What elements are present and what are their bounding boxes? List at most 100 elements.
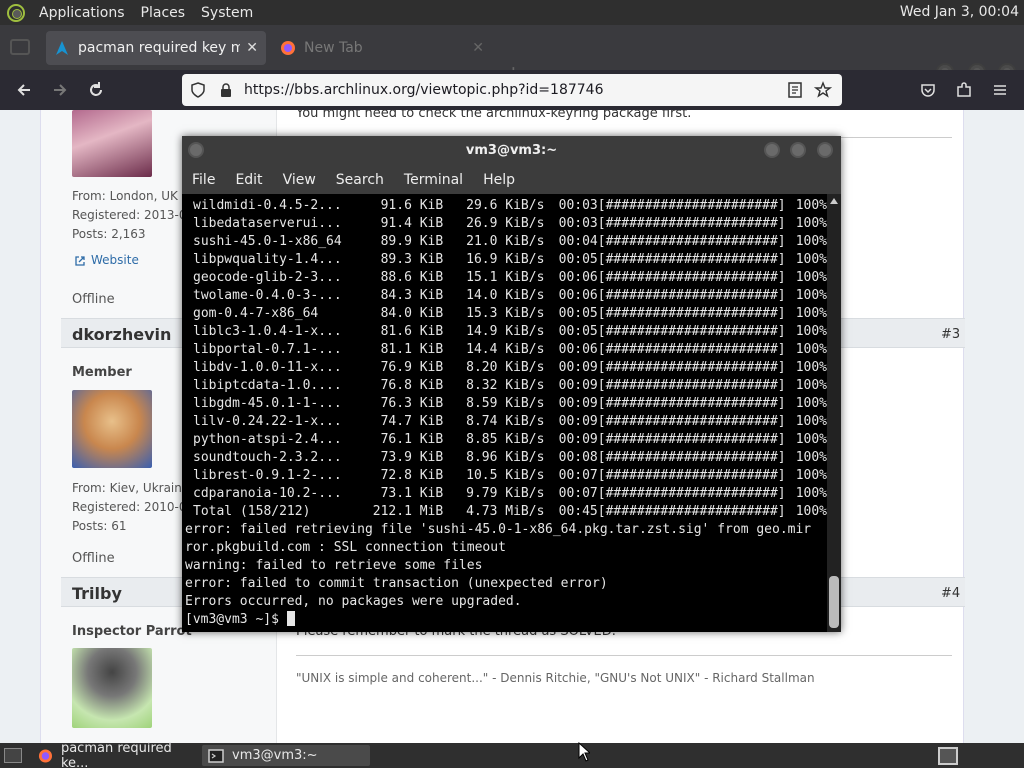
text-cursor <box>286 611 295 626</box>
download-rate: 21.0 KiB/s <box>466 234 545 249</box>
minimize-button[interactable] <box>764 142 780 158</box>
download-time: 00:09 <box>558 414 598 429</box>
terminal-scrollbar[interactable] <box>827 194 841 632</box>
download-line: libedataserverui... 91.4 KiB 26.9 KiB/s 00:… <box>185 215 827 233</box>
progress-bar-text: [######################] <box>597 252 786 267</box>
menu-file[interactable]: File <box>182 172 225 188</box>
download-line: lilv-0.24.22-1-x... 74.7 KiB 8.74 KiB/s 00:… <box>185 413 827 431</box>
progress-percent: 100% <box>795 432 827 447</box>
window-menu-button[interactable] <box>188 142 204 158</box>
download-time: 00:04 <box>558 234 598 249</box>
show-desktop-button[interactable] <box>4 748 22 763</box>
post-body: You might need to check the archlinux-ke… <box>296 110 692 121</box>
forward-button[interactable] <box>48 78 72 102</box>
tracking-protection-shield-icon[interactable] <box>190 82 206 98</box>
progress-percent: 100% <box>795 270 827 285</box>
download-rate: 8.85 KiB/s <box>466 432 545 447</box>
puzzle-piece-icon <box>957 82 971 97</box>
menu-search[interactable]: Search <box>326 172 394 188</box>
prompt-line[interactable]: [vm3@vm3 ~]$ <box>185 611 827 629</box>
progress-bar-text: [######################] <box>597 486 786 501</box>
package-name: gom-0.4-7-x86_64 <box>193 306 319 321</box>
reader-view-icon[interactable] <box>786 81 804 99</box>
url-bar[interactable]: https://bbs.archlinux.org/viewtopic.php?… <box>182 74 842 106</box>
download-time: 00:03 <box>558 198 598 213</box>
download-line: python-atspi-2.4... 76.1 KiB 8.85 KiB/s 00:… <box>185 431 827 449</box>
menu-system[interactable]: System <box>193 5 261 21</box>
extensions-button[interactable] <box>952 78 976 102</box>
progress-percent: 100% <box>795 324 827 339</box>
output-line: ror.pkgbuild.com : SSL connection timeou… <box>185 540 506 555</box>
hamburger-menu-icon <box>994 85 1006 95</box>
author-registered: Registered: 2013-06- <box>72 208 199 222</box>
back-button[interactable] <box>12 78 36 102</box>
website-link[interactable]: Website <box>91 253 139 267</box>
download-line: gom-0.4-7-x86_64 84.0 KiB 15.3 KiB/s 00:05[… <box>185 305 827 323</box>
reload-button[interactable] <box>84 78 108 102</box>
menu-applications[interactable]: Applications <box>31 5 133 21</box>
post-number[interactable]: #4 <box>941 586 960 601</box>
download-size: 212.1 MiB <box>372 504 444 519</box>
menu-button[interactable] <box>988 78 1012 102</box>
post-signature: "UNIX is simple and coherent..." - Denni… <box>296 671 815 685</box>
tab-close-icon[interactable]: ✕ <box>246 40 258 56</box>
download-rate: 8.59 KiB/s <box>466 396 545 411</box>
download-rate: 29.6 KiB/s <box>466 198 545 213</box>
tab-new-tab[interactable]: New Tab ✕ <box>272 31 492 65</box>
terminal-titlebar[interactable]: vm3@vm3:~ <box>182 136 841 166</box>
progress-bar-text: [######################] <box>597 234 786 249</box>
menu-places[interactable]: Places <box>133 5 194 21</box>
package-name: liblc3-1.0.4-1-x... <box>193 324 342 339</box>
terminal-window[interactable]: vm3@vm3:~ File Edit View Search Terminal… <box>182 136 841 632</box>
terminal-menubar: File Edit View Search Terminal Help <box>182 166 841 194</box>
distro-logo-icon[interactable] <box>7 3 25 22</box>
pocket-button[interactable] <box>916 78 940 102</box>
download-time: 00:09 <box>558 378 598 393</box>
avatar <box>72 110 152 177</box>
clock[interactable]: Wed Jan 3, 00:04 <box>900 4 1019 20</box>
firefox-view-icon[interactable] <box>10 39 30 55</box>
scroll-up-icon[interactable] <box>830 198 838 204</box>
download-line: wildmidi-0.4.5-2... 91.6 KiB 29.6 KiB/s 00:… <box>185 197 827 215</box>
reload-icon <box>90 82 102 96</box>
tab-close-icon[interactable]: ✕ <box>472 40 484 56</box>
download-rate: 14.9 KiB/s <box>466 324 545 339</box>
scrollbar-thumb[interactable] <box>829 576 839 628</box>
close-button[interactable] <box>817 142 833 158</box>
author-location: From: London, UK <box>72 189 178 203</box>
menu-view[interactable]: View <box>273 172 326 188</box>
download-time: 00:45 <box>558 504 598 519</box>
taskbar-item-terminal[interactable]: vm3@vm3:~ <box>202 745 370 766</box>
menu-help[interactable]: Help <box>473 172 525 188</box>
menu-edit[interactable]: Edit <box>225 172 272 188</box>
progress-percent: 100% <box>795 360 827 375</box>
post-author[interactable]: dkorzhevin <box>72 325 171 344</box>
bookmark-star-icon[interactable] <box>814 81 832 99</box>
menu-terminal[interactable]: Terminal <box>394 172 473 188</box>
taskbar-item-label: vm3@vm3:~ <box>232 748 318 763</box>
tab-pacman[interactable]: pacman required key missin ✕ <box>46 31 266 65</box>
url-text[interactable]: https://bbs.archlinux.org/viewtopic.php?… <box>244 82 786 98</box>
download-time: 00:09 <box>558 432 598 447</box>
post-author[interactable]: Trilby <box>72 584 122 603</box>
back-arrow-icon <box>17 84 30 96</box>
package-name: sushi-45.0-1-x86_64 <box>193 234 342 249</box>
package-name: libdv-1.0.0-11-x... <box>193 360 342 375</box>
maximize-button[interactable] <box>790 142 806 158</box>
bottom-panel: pacman required ke... vm3@vm3:~ <box>0 741 1024 768</box>
terminal-output[interactable]: wildmidi-0.4.5-2... 91.6 KiB 29.6 KiB/s 00:… <box>182 194 827 632</box>
download-line: libpwquality-1.4... 89.3 KiB 16.9 KiB/s 00:… <box>185 251 827 269</box>
package-name: libedataserverui... <box>193 216 342 231</box>
lock-icon[interactable] <box>218 82 234 98</box>
package-name: geocode-glib-2-3... <box>193 270 342 285</box>
download-size: 73.1 KiB <box>380 486 444 501</box>
package-name: libiptcdata-1.0.... <box>193 378 342 393</box>
taskbar-item-firefox[interactable]: pacman required ke... <box>32 741 200 768</box>
download-size: 84.3 KiB <box>380 288 444 303</box>
author-rank: Inspector Parrot <box>72 624 192 639</box>
workspace-switcher[interactable] <box>938 747 958 765</box>
post-number[interactable]: #3 <box>941 327 960 342</box>
package-name: libportal-0.7.1-... <box>193 342 342 357</box>
download-size: 81.1 KiB <box>380 342 444 357</box>
progress-bar-text: [######################] <box>597 324 786 339</box>
